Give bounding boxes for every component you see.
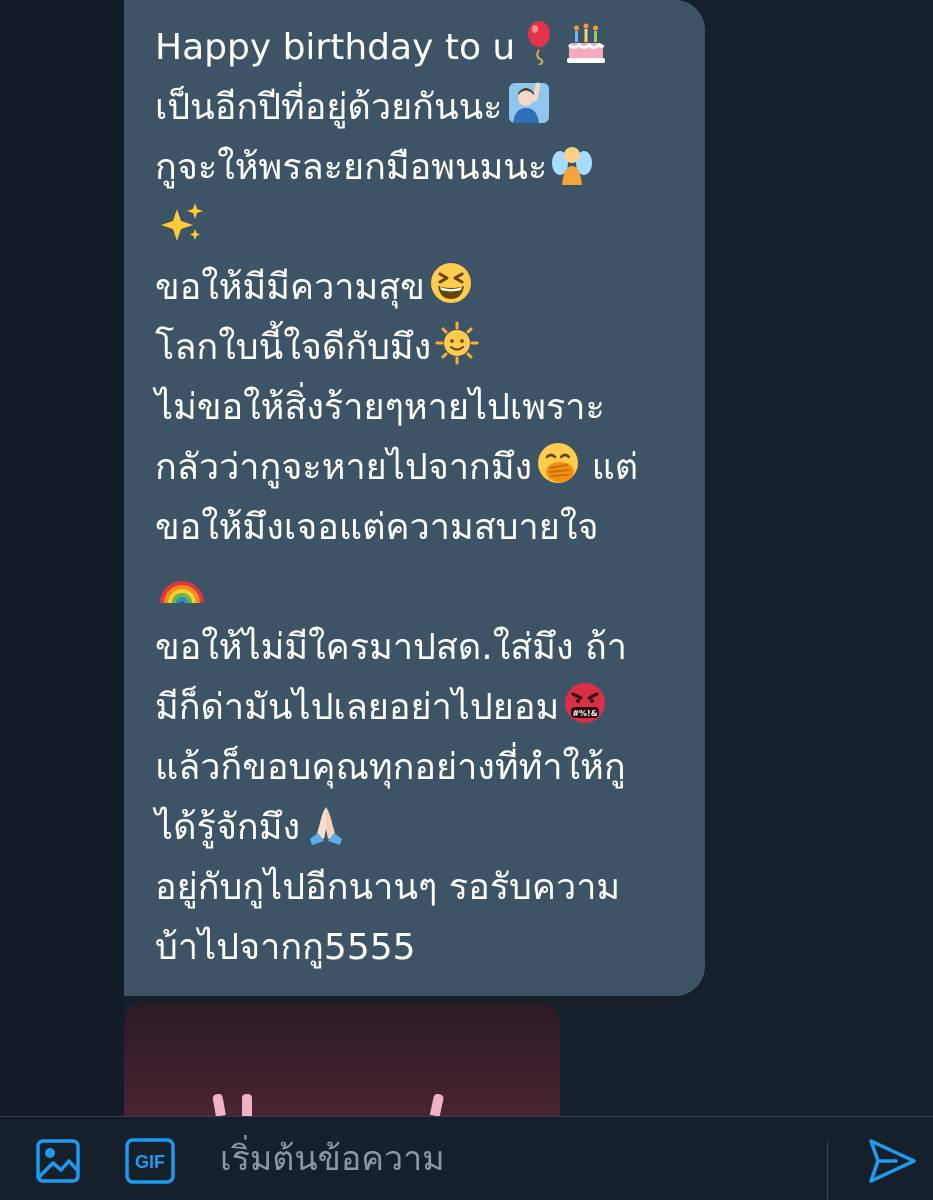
message-text: แต่	[580, 447, 639, 488]
message-line	[155, 198, 685, 258]
message-text: Happy birthday to u	[155, 27, 516, 68]
add-image-button[interactable]	[32, 1135, 84, 1187]
message-line: ขอให้มึงเจอแต่ความสบายใจ	[155, 498, 685, 558]
message-text: เป็นอีกปีที่อยู่ด้วยกันนะ	[155, 87, 503, 128]
message-text: แล้วก็ขอบคุณทุกอย่างที่ทำให้กู	[155, 747, 626, 788]
message-text: กูจะให้พรละยกมือพนมนะ	[155, 147, 548, 188]
message-line: Happy birthday to u	[155, 18, 685, 78]
dm-conversation-screen: Happy birthday to u เป็นอีกปีที่อยู่ด้วยก…	[0, 0, 933, 1200]
balloon-icon	[519, 19, 559, 84]
message-line: แล้วก็ขอบคุณทุกอย่างที่ทำให้กู	[155, 738, 685, 798]
message-text: ขอให้มีมีความสุข	[155, 267, 425, 308]
message-line: ไม่ขอให้สิ่งร้ายๆหายไปเพราะ	[155, 378, 685, 438]
message-line: ขอให้มีมีความสุข	[155, 258, 685, 318]
grinning-squinting-face-icon	[429, 261, 473, 324]
message-text: มีก็ด่ามันไปเลยอย่าไปยอม	[155, 687, 560, 728]
message-text: ได้รู้จักมึง	[155, 807, 301, 848]
svg-text:GIF: GIF	[135, 1152, 165, 1172]
message-line: โลกใบนี้ใจดีกับมึง	[155, 318, 685, 378]
message-line: ได้รู้จักมึง	[155, 798, 685, 858]
person-raising-hand-icon	[507, 81, 551, 144]
message-text: โลกใบนี้ใจดีกับมึง	[155, 327, 432, 368]
send-icon	[869, 1139, 916, 1183]
message-text: กลัวว่ากูจะหายไปจากมึง	[155, 447, 533, 488]
message-line: มีก็ด่ามันไปเลยอย่าไปยอม #%!&	[155, 678, 685, 738]
message-composer: GIF เริ่มต้นข้อความ	[0, 1116, 933, 1200]
sun-with-face-icon	[435, 321, 479, 384]
folded-hands-icon	[304, 801, 348, 864]
message-line: เป็นอีกปีที่อยู่ด้วยกันนะ	[155, 78, 685, 138]
birthday-cake-icon	[563, 21, 609, 84]
media-detail	[242, 1094, 252, 1116]
face-with-hand-over-mouth-icon	[536, 441, 580, 504]
message-text: อยู่กับกูไปอีกนานๆ รอรับความ	[155, 867, 621, 908]
message-line: อยู่กับกูไปอีกนานๆ รอรับความ	[155, 858, 685, 918]
message-text: ขอให้ไม่มีใครมาปสด.ใส่มึง ถ้า	[155, 627, 628, 668]
fairy-icon	[551, 141, 593, 204]
message-line: บ้าไปจากกู5555	[155, 918, 685, 978]
message-line: ขอให้ไม่มีใครมาปสด.ใส่มึง ถ้า	[155, 618, 685, 678]
media-detail	[212, 1093, 226, 1116]
media-attachment-thumbnail[interactable]	[124, 1002, 560, 1116]
message-text: ขอให้มึงเจอแต่ความสบายใจ	[155, 507, 599, 548]
gif-icon: GIF	[125, 1138, 175, 1184]
message-input[interactable]: เริ่มต้นข้อความ	[220, 1137, 445, 1181]
message-bubble[interactable]: Happy birthday to u เป็นอีกปีที่อยู่ด้วยก…	[124, 0, 705, 996]
media-detail	[429, 1093, 445, 1116]
message-text: บ้าไปจากกู5555	[155, 927, 416, 968]
send-button[interactable]	[866, 1135, 918, 1187]
face-with-symbols-on-mouth-icon: #%!&	[563, 681, 607, 744]
image-icon	[36, 1139, 80, 1183]
sparkles-icon	[159, 201, 205, 264]
message-line: กูจะให้พรละยกมือพนมนะ	[155, 138, 685, 198]
composer-divider	[827, 1141, 828, 1200]
message-line: กลัวว่ากูจะหายไปจากมึง แต่	[155, 438, 685, 498]
message-line	[155, 558, 685, 618]
svg-text:#%!&: #%!&	[573, 709, 598, 718]
message-text: ไม่ขอให้สิ่งร้ายๆหายไปเพราะ	[155, 387, 605, 428]
conversation-gutter	[0, 0, 124, 1116]
add-gif-button[interactable]: GIF	[124, 1135, 176, 1187]
rainbow-icon	[159, 561, 205, 624]
